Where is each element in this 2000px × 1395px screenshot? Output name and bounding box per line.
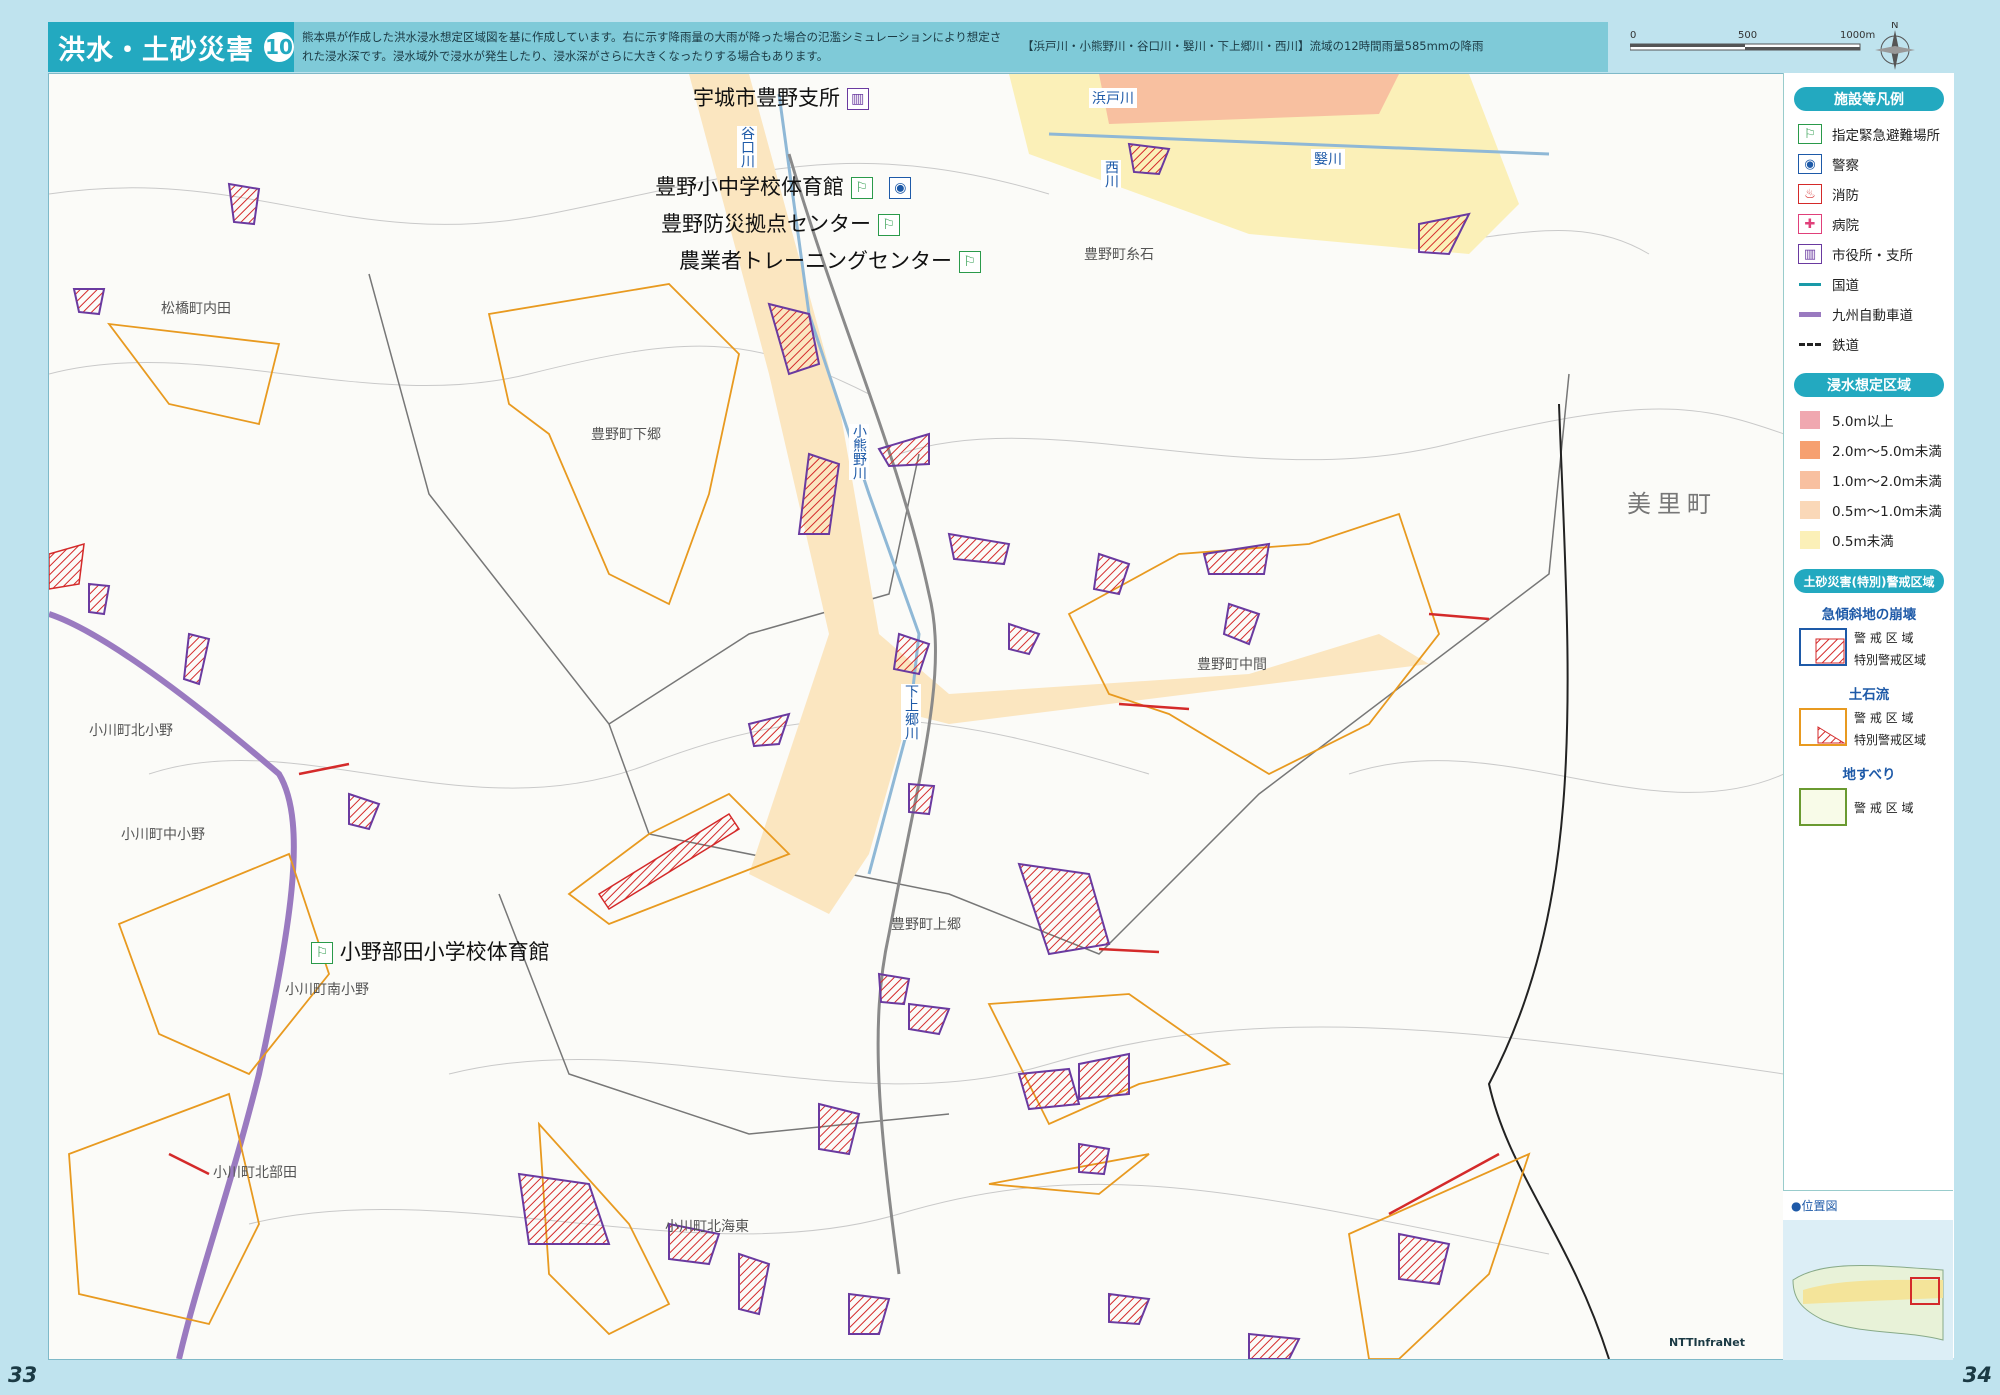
evacuation-icon: ⚐ <box>311 942 333 964</box>
place-label-toyono-nakama: 豊野町中間 <box>1197 657 1267 673</box>
river-label-shigi: 嫛川 <box>1311 149 1345 169</box>
fire-icon: ♨ <box>1798 184 1822 204</box>
legend-flood-level-1: 5.0m以上 <box>1784 405 1954 435</box>
town-label-misato: 美里町 <box>1627 490 1717 518</box>
legend-landslide-item: 警 戒 区 域 <box>1784 787 1954 833</box>
north-label: N <box>1891 22 1898 31</box>
scale-tick-0: 0 <box>1630 30 1636 41</box>
map-credit: NTTInfraNet <box>1669 1336 1745 1349</box>
legend-warning-zone: 警 戒 区 域 <box>1854 801 1914 815</box>
legend-flood-level-5: 0.5m未満 <box>1784 525 1954 555</box>
legend-item-expressway: 九州自動車道 <box>1784 299 1954 329</box>
flood-swatch <box>1800 531 1820 549</box>
police-icon: ◉ <box>1798 154 1822 174</box>
legend-item-evacuation: ⚐ 指定緊急避難場所 <box>1784 119 1954 149</box>
place-label-ogawa-kitabeta: 小川町北部田 <box>213 1165 297 1181</box>
legend-panel: 施設等凡例 ⚐ 指定緊急避難場所 ◉ 警察 ♨ 消防 ✚ 病院 ▥ 市役所・支所… <box>1783 73 1954 1358</box>
place-label-ogawa-kitakaito: 小川町北海東 <box>665 1219 749 1235</box>
legend-flood-title: 浸水想定区域 <box>1794 373 1944 397</box>
basin-rainfall-note: 【浜戸川・小熊野川・谷口川・嫛川・下上郷川・西川】流域の12時間雨量585mmの… <box>1022 39 1484 53</box>
legend-special-zone: 特別警戒区域 <box>1854 733 1927 747</box>
expressway-icon <box>1798 304 1822 324</box>
place-label-toyono-kamigo: 豊野町上郷 <box>891 917 961 933</box>
railway-icon <box>1798 334 1822 354</box>
legend-warning-zone: 警 戒 区 域 <box>1854 631 1914 645</box>
legend-item-national-road: 国道 <box>1784 269 1954 299</box>
river-label-taniguchi: 谷口川 <box>737 126 757 168</box>
flood-swatch <box>1800 501 1820 519</box>
locator-map: ●位置図 <box>1783 1190 1953 1360</box>
evacuation-icon: ⚐ <box>1798 124 1822 144</box>
place-label-toyono-shimogo: 豊野町下郷 <box>591 427 661 443</box>
national-road-icon <box>1798 274 1822 294</box>
place-label-ogawa-kitaono: 小川町北小野 <box>89 723 173 739</box>
facility-toyono-branch[interactable]: 宇城市豊野支所 ▥ <box>693 82 869 112</box>
legend-steep-slope-item: 警 戒 区 域 特別警戒区域 <box>1784 627 1954 673</box>
place-label-matsubase-uchida: 松橋町内田 <box>161 301 231 317</box>
flood-swatch <box>1800 471 1820 489</box>
legend-item-hospital: ✚ 病院 <box>1784 209 1954 239</box>
slope-special-zone-west <box>49 542 85 590</box>
section-number-badge: 10 <box>264 32 294 62</box>
locator-title: ●位置図 <box>1791 1199 1838 1213</box>
legend-warning-zone: 警 戒 区 域 <box>1854 711 1914 725</box>
legend-landslide-title: 地すべり <box>1842 767 1896 783</box>
legend-sediment-title: 土砂災害(特別)警戒区域 <box>1794 569 1944 593</box>
city-office-icon: ▥ <box>846 88 869 110</box>
locator-map-graphic <box>1783 1220 1953 1360</box>
page-title: 洪水・土砂災害 <box>58 34 254 66</box>
legend-item-railway: 鉄道 <box>1784 329 1954 359</box>
legend-flood-level-4: 0.5m～1.0m未満 <box>1784 495 1954 525</box>
page-number-right: 34 <box>1962 1363 1992 1387</box>
scale-tick-1000: 1000m <box>1840 30 1875 41</box>
police-icon: ◉ <box>889 177 912 199</box>
place-label-ogawa-nakaono: 小川町中小野 <box>121 827 205 843</box>
evacuation-icon: ⚐ <box>877 214 900 236</box>
scale-bar: 0 500 1000m N <box>1629 20 1920 72</box>
legend-flood-level-3: 1.0m～2.0m未満 <box>1784 465 1954 495</box>
hazard-map[interactable]: 宇城市豊野支所 ▥ 豊野小中学校体育館 ⚐ ◉ 豊野防災拠点センター ⚐ 農業者… <box>48 73 1785 1360</box>
facility-toyono-disaster-center[interactable]: 豊野防災拠点センター ⚐ <box>661 208 900 238</box>
facility-farmers-training-center[interactable]: 農業者トレーニングセンター ⚐ <box>679 245 981 275</box>
legend-facilities-title: 施設等凡例 <box>1794 87 1944 111</box>
scale-tick-500: 500 <box>1738 30 1757 41</box>
legend-special-zone: 特別警戒区域 <box>1854 653 1927 667</box>
flood-swatch <box>1800 411 1820 429</box>
city-office-icon: ▥ <box>1798 244 1822 264</box>
legend-debris-flow-title: 土石流 <box>1848 687 1890 703</box>
legend-steep-slope-title: 急傾斜地の崩壊 <box>1821 607 1917 623</box>
place-label-ogawa-minamiono: 小川町南小野 <box>285 982 369 998</box>
legend-item-city-office: ▥ 市役所・支所 <box>1784 239 1954 269</box>
flood-swatch <box>1800 441 1820 459</box>
municipal-border <box>1487 403 1610 1359</box>
facility-toyono-school-gym[interactable]: 豊野小中学校体育館 ⚐ ◉ <box>655 171 912 201</box>
scale-bar-graphic: 0 500 1000m N <box>1629 20 1915 70</box>
hospital-icon: ✚ <box>1798 214 1822 234</box>
evacuation-icon: ⚐ <box>850 177 873 199</box>
river-label-hamado: 浜戸川 <box>1089 88 1137 108</box>
legend-flood-level-2: 2.0m～5.0m未満 <box>1784 435 1954 465</box>
evacuation-icon: ⚐ <box>958 251 981 273</box>
river-label-kokumano: 小熊野川 <box>849 424 869 480</box>
facility-onobeta-school-gym[interactable]: ⚐ 小野部田小学校体育館 <box>311 936 550 966</box>
legend-item-fire: ♨ 消防 <box>1784 179 1954 209</box>
page-number-left: 33 <box>8 1363 38 1387</box>
description-text: 熊本県が作成した洪水浸水想定区域図を基に作成しています。右に示す降雨量の大雨が降… <box>302 30 1002 63</box>
legend-debris-flow-item: 警 戒 区 域 特別警戒区域 <box>1784 707 1954 753</box>
legend-item-police: ◉ 警察 <box>1784 149 1954 179</box>
place-label-toyono-itoishi: 豊野町糸石 <box>1084 247 1154 263</box>
slope-special-zone <box>597 812 741 911</box>
page-title-box: 洪水・土砂災害 10 <box>48 22 294 72</box>
river-label-shimokamigo: 下上郷川 <box>901 684 921 740</box>
north-arrow-icon: N <box>1875 20 1915 70</box>
river-label-nishi: 西川 <box>1101 160 1121 188</box>
